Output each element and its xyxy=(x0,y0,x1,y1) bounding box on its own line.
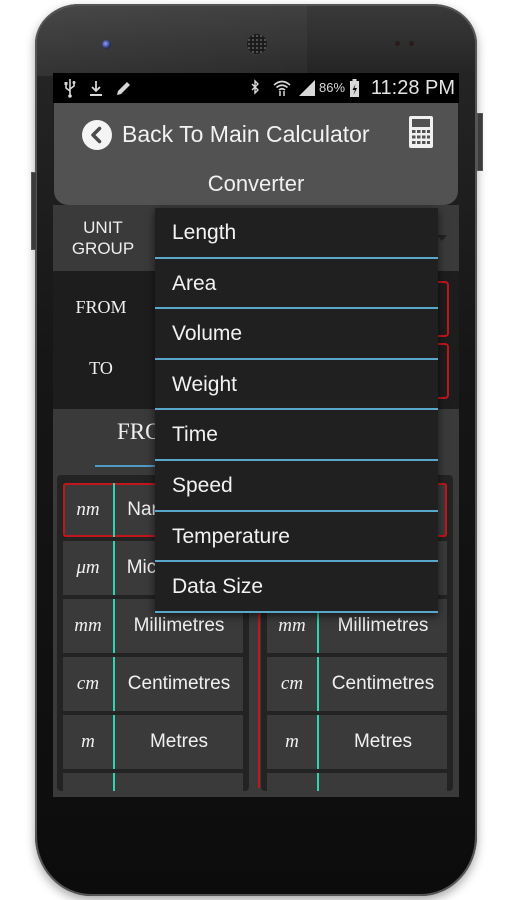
from-unit-row[interactable]: cm Centimetres xyxy=(63,657,243,711)
unit-group-label-line2: GROUP xyxy=(71,239,135,258)
unit-group-label-line1: UNIT xyxy=(83,218,123,237)
dropdown-option-weight[interactable]: Weight xyxy=(155,360,438,411)
wifi-icon xyxy=(272,78,292,103)
volume-button xyxy=(31,172,37,250)
unit-name: Metres xyxy=(149,731,209,752)
light-sensor xyxy=(409,41,414,46)
to-unit-row[interactable]: cm Centimetres xyxy=(267,657,447,711)
bluetooth-icon xyxy=(250,78,260,103)
option-label: Temperature xyxy=(172,524,290,548)
unit-abbr: cm xyxy=(280,673,304,694)
status-bar: 86% 11:28 PM xyxy=(53,73,459,103)
unit-abbr: m xyxy=(285,731,299,752)
battery-percent: 86% xyxy=(319,80,346,95)
dropdown-arrow-icon[interactable] xyxy=(437,235,447,241)
dropdown-option-length[interactable]: Length xyxy=(155,208,438,259)
signal-icon xyxy=(298,78,316,103)
to-unit-row[interactable] xyxy=(267,773,447,791)
clock: 11:28 PM xyxy=(370,77,455,99)
from-label: FROM xyxy=(75,297,127,317)
unit-name: Metres xyxy=(353,731,413,752)
option-label: Time xyxy=(172,423,218,447)
dropdown-option-data-size[interactable]: Data Size xyxy=(155,562,438,613)
to-label: TO xyxy=(89,358,113,378)
unit-name xyxy=(115,773,243,791)
front-camera xyxy=(102,40,111,49)
usb-icon xyxy=(63,78,77,103)
unit-name: Centimetres xyxy=(331,673,435,694)
pencil-icon xyxy=(115,78,131,103)
option-label: Speed xyxy=(172,474,233,497)
download-icon xyxy=(89,78,103,103)
to-unit-row[interactable]: m Metres xyxy=(267,715,447,769)
unit-name: Centimetres xyxy=(127,673,231,694)
app-header: Back To Main Calculator Converter xyxy=(54,103,458,205)
dropdown-option-speed[interactable]: Speed xyxy=(155,461,438,512)
unit-group-dropdown-menu[interactable]: Length Area Volume Weight Time Speed Tem… xyxy=(155,208,438,613)
unit-abbr: nm xyxy=(76,499,100,520)
power-button xyxy=(477,113,483,171)
dropdown-option-time[interactable]: Time xyxy=(155,410,438,461)
calculator-icon[interactable] xyxy=(409,116,433,148)
unit-abbr: mm xyxy=(74,615,102,636)
from-unit-row[interactable]: m Metres xyxy=(63,715,243,769)
unit-abbr xyxy=(63,773,113,791)
option-label: Volume xyxy=(172,322,243,346)
unit-abbr: m xyxy=(81,731,95,752)
back-to-main-calculator-button[interactable]: Back To Main Calculator xyxy=(122,117,370,151)
dropdown-option-volume[interactable]: Volume xyxy=(155,309,438,360)
unit-abbr: cm xyxy=(76,673,100,694)
earpiece-speaker xyxy=(246,33,268,55)
unit-group-label: UNIT GROUP xyxy=(63,217,143,259)
proximity-sensor xyxy=(395,41,400,46)
from-unit-row[interactable] xyxy=(63,773,243,791)
battery-charging-icon xyxy=(349,78,360,103)
option-label: Weight xyxy=(172,372,237,396)
dropdown-option-area[interactable]: Area xyxy=(155,259,438,310)
unit-abbr xyxy=(267,773,317,791)
option-label: Area xyxy=(172,271,217,295)
page-title: Converter xyxy=(207,171,305,196)
unit-abbr: μm xyxy=(76,557,100,578)
unit-name xyxy=(319,773,447,791)
option-label: Length xyxy=(172,221,237,244)
option-label: Data Size xyxy=(172,575,264,599)
chevron-left-circle-icon[interactable] xyxy=(82,120,112,150)
dropdown-option-temperature[interactable]: Temperature xyxy=(155,512,438,563)
option-divider xyxy=(155,610,438,613)
